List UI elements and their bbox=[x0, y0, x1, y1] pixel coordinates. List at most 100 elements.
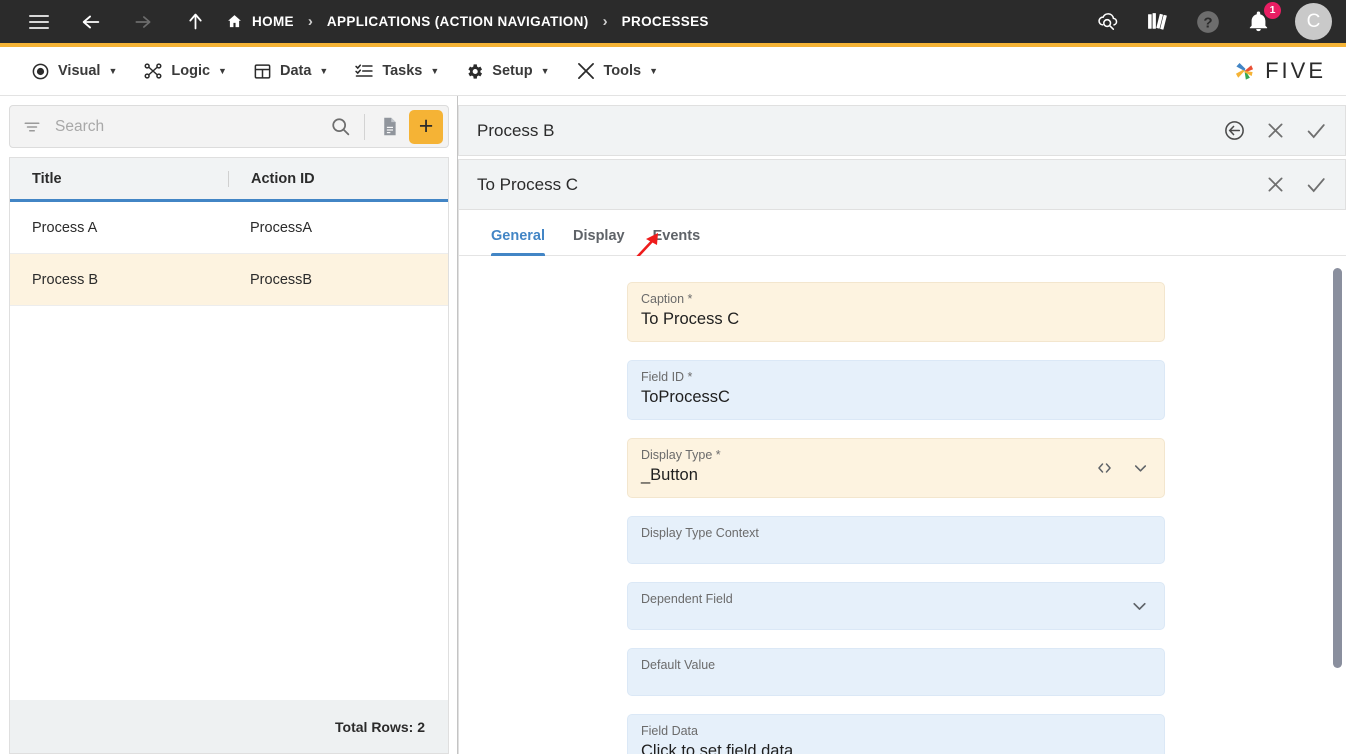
field-label-field-id: Field ID * bbox=[641, 370, 693, 384]
field-field-id[interactable]: Field ID * ToProcessC bbox=[627, 360, 1165, 420]
search-icon[interactable] bbox=[325, 112, 355, 142]
table-body: Process A ProcessA Process B ProcessB bbox=[10, 202, 448, 700]
column-header-title[interactable]: Title bbox=[10, 171, 228, 187]
cloud-search-icon[interactable] bbox=[1091, 5, 1125, 39]
table-header-row: Title Action ID bbox=[10, 158, 448, 202]
menu-item-tools[interactable]: Tools ▼ bbox=[563, 55, 672, 87]
field-display-type[interactable]: Display Type * _Button bbox=[627, 438, 1165, 498]
detail-tabs: General Display Events bbox=[459, 210, 1346, 270]
gear-icon bbox=[465, 62, 484, 81]
home-icon bbox=[226, 13, 243, 30]
books-icon[interactable] bbox=[1141, 5, 1175, 39]
close-icon[interactable] bbox=[1262, 172, 1288, 198]
field-detail-panel: To Process C General Display Events Capt… bbox=[458, 159, 1346, 754]
tab-events[interactable]: Events bbox=[639, 228, 715, 255]
chevron-down-icon[interactable] bbox=[1129, 596, 1150, 617]
up-arrow-icon[interactable] bbox=[178, 5, 212, 39]
tab-display[interactable]: Display bbox=[559, 228, 639, 255]
column-header-action-id[interactable]: Action ID bbox=[228, 170, 448, 187]
document-icon[interactable] bbox=[374, 112, 404, 142]
outer-panel-actions bbox=[1221, 118, 1329, 144]
chevron-down-icon: ▼ bbox=[218, 66, 227, 76]
process-detail-panel: Process B To Process C General Display E… bbox=[458, 96, 1346, 754]
tab-general[interactable]: General bbox=[477, 228, 559, 256]
chevron-down-icon: ▼ bbox=[319, 66, 329, 76]
top-navigation-bar: HOME › APPLICATIONS (ACTION NAVIGATION) … bbox=[0, 0, 1346, 47]
grid-icon bbox=[253, 62, 272, 81]
breadcrumb-item-applications[interactable]: APPLICATIONS (ACTION NAVIGATION) bbox=[327, 14, 589, 29]
processes-table: Title Action ID Process A ProcessA Proce… bbox=[9, 157, 449, 700]
search-input[interactable] bbox=[41, 117, 325, 136]
toolbar-divider bbox=[364, 113, 365, 140]
menu-label-visual: Visual bbox=[58, 63, 101, 79]
field-caption[interactable]: Caption * To Process C bbox=[627, 282, 1165, 342]
chevron-down-icon: ▼ bbox=[649, 66, 659, 76]
field-field-data[interactable]: Field Data Click to set field data bbox=[627, 714, 1165, 754]
back-arrow-icon[interactable] bbox=[74, 5, 108, 39]
menu-item-tasks[interactable]: Tasks ▼ bbox=[341, 55, 452, 87]
field-dependent-field[interactable]: Dependent Field bbox=[627, 582, 1165, 630]
inner-panel-title: To Process C bbox=[477, 174, 579, 194]
menu-item-logic[interactable]: Logic ▼ bbox=[130, 55, 240, 87]
chevron-down-icon[interactable] bbox=[1131, 459, 1150, 478]
field-label-field-data: Field Data bbox=[641, 724, 698, 738]
menu-item-data[interactable]: Data ▼ bbox=[240, 56, 341, 87]
filter-icon[interactable] bbox=[23, 118, 41, 136]
five-logo-text: FIVE bbox=[1265, 58, 1326, 83]
add-process-button[interactable]: + bbox=[409, 109, 443, 144]
outer-panel-title: Process B bbox=[477, 120, 555, 140]
breadcrumb-item-processes[interactable]: PROCESSES bbox=[622, 14, 709, 29]
table-row[interactable]: Process A ProcessA bbox=[10, 202, 448, 254]
hamburger-menu-icon[interactable] bbox=[22, 5, 56, 39]
menu-label-tools: Tools bbox=[603, 63, 642, 79]
menu-label-data: Data bbox=[279, 63, 312, 79]
field-label-default-value: Default Value bbox=[641, 658, 716, 672]
general-tab-form: Caption * To Process C Field ID * ToProc… bbox=[459, 256, 1346, 754]
confirm-icon[interactable] bbox=[1303, 172, 1329, 198]
tools-icon bbox=[576, 61, 596, 81]
notifications-bell-icon[interactable]: 1 bbox=[1241, 1, 1281, 39]
notification-badge: 1 bbox=[1264, 1, 1281, 19]
back-circle-icon[interactable] bbox=[1221, 118, 1247, 144]
field-value-caption: To Process C bbox=[641, 310, 740, 328]
tasks-icon bbox=[354, 61, 374, 81]
field-label-display-type-context: Display Type Context bbox=[641, 526, 759, 540]
cell-title: Process B bbox=[32, 271, 99, 288]
topbar-actions: ? 1 C bbox=[1091, 1, 1332, 40]
menu-label-setup: Setup bbox=[492, 63, 533, 79]
breadcrumb-item-home[interactable]: HOME bbox=[226, 13, 294, 30]
code-icon[interactable] bbox=[1095, 459, 1114, 478]
cell-action-id: ProcessB bbox=[250, 271, 313, 288]
menu-label-logic: Logic bbox=[171, 63, 211, 79]
logic-icon bbox=[143, 61, 163, 81]
user-avatar[interactable]: C bbox=[1295, 3, 1332, 40]
field-default-value[interactable]: Default Value bbox=[627, 648, 1165, 696]
cell-action-id: ProcessA bbox=[250, 219, 313, 236]
menu-item-setup[interactable]: Setup ▼ bbox=[452, 56, 562, 87]
total-rows-label: Total Rows: 2 bbox=[9, 700, 449, 754]
application-menu-bar: Visual ▼ Logic ▼ Data ▼ Tasks ▼ Setup ▼ … bbox=[0, 47, 1346, 96]
menu-item-visual[interactable]: Visual ▼ bbox=[18, 56, 130, 87]
confirm-icon[interactable] bbox=[1303, 118, 1329, 144]
processes-list-panel: + Title Action ID Process A ProcessA Pro… bbox=[0, 96, 458, 754]
breadcrumb-separator: › bbox=[602, 13, 608, 30]
main-body: + Title Action ID Process A ProcessA Pro… bbox=[0, 96, 1346, 754]
field-value-field-id: ToProcessC bbox=[641, 388, 730, 406]
field-label-display-type: Display Type * bbox=[641, 448, 721, 462]
dependent-field-icons bbox=[1129, 596, 1150, 617]
field-display-type-context[interactable]: Display Type Context bbox=[627, 516, 1165, 564]
form-scrollbar[interactable] bbox=[1333, 256, 1342, 754]
form-scrollbar-thumb[interactable] bbox=[1333, 268, 1342, 668]
field-value-field-data: Click to set field data bbox=[641, 742, 794, 754]
close-icon[interactable] bbox=[1262, 118, 1288, 144]
table-row[interactable]: Process B ProcessB bbox=[10, 254, 448, 306]
field-label-caption: Caption * bbox=[641, 292, 693, 306]
search-bar: + bbox=[9, 105, 449, 148]
field-value-display-type: _Button bbox=[641, 466, 698, 484]
inner-panel-actions bbox=[1262, 172, 1329, 198]
field-label-dependent-field: Dependent Field bbox=[641, 592, 733, 606]
breadcrumb-separator: › bbox=[307, 13, 313, 30]
forward-arrow-icon[interactable] bbox=[126, 5, 160, 39]
svg-text:?: ? bbox=[1203, 14, 1212, 31]
help-icon[interactable]: ? bbox=[1191, 5, 1225, 39]
